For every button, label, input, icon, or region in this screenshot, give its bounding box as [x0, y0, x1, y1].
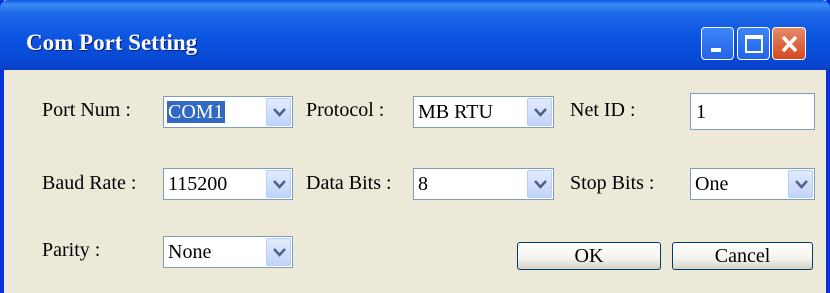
stop-bits-value: One: [695, 173, 729, 195]
chevron-down-icon: [534, 180, 547, 189]
maximize-button[interactable]: [737, 27, 770, 60]
ok-button[interactable]: OK: [517, 242, 661, 270]
minimize-icon: [711, 48, 721, 52]
com-port-setting-dialog: Com Port Setting Port Num : COM1 Protoco…: [0, 0, 830, 293]
parity-dropdown-button[interactable]: [266, 238, 291, 266]
chevron-down-icon: [534, 108, 547, 117]
chevron-down-icon: [273, 108, 286, 117]
baud-rate-value: 115200: [168, 173, 228, 195]
port-num-label: Port Num :: [42, 99, 131, 121]
port-num-value: COM1: [167, 101, 225, 123]
data-bits-value: 8: [418, 173, 428, 195]
protocol-select[interactable]: MB RTU: [413, 96, 554, 128]
minimize-button[interactable]: [701, 27, 734, 60]
stop-bits-select[interactable]: One: [690, 168, 815, 200]
data-bits-select[interactable]: 8: [413, 168, 554, 200]
net-id-label: Net ID :: [570, 99, 636, 121]
baud-rate-label: Baud Rate :: [42, 172, 137, 194]
stop-bits-label: Stop Bits :: [570, 172, 655, 194]
protocol-label: Protocol :: [306, 99, 385, 121]
maximize-icon: [745, 35, 763, 53]
cancel-button[interactable]: Cancel: [672, 242, 813, 270]
close-icon: [781, 35, 798, 53]
baud-rate-dropdown-button[interactable]: [266, 170, 291, 198]
title-bar[interactable]: Com Port Setting: [0, 0, 830, 70]
baud-rate-select[interactable]: 115200: [163, 168, 293, 200]
window-title: Com Port Setting: [26, 30, 198, 55]
parity-label: Parity :: [42, 239, 101, 261]
data-bits-dropdown-button[interactable]: [527, 170, 552, 198]
parity-select[interactable]: None: [163, 236, 293, 268]
port-num-select[interactable]: COM1: [163, 96, 293, 128]
net-id-value: 1: [696, 101, 706, 123]
parity-value: None: [168, 241, 212, 263]
chevron-down-icon: [273, 180, 286, 189]
data-bits-label: Data Bits :: [306, 172, 392, 194]
close-button[interactable]: [772, 27, 806, 60]
chevron-down-icon: [795, 180, 808, 189]
protocol-value: MB RTU: [418, 101, 493, 123]
port-num-dropdown-button[interactable]: [266, 98, 291, 126]
chevron-down-icon: [273, 248, 286, 257]
net-id-input[interactable]: 1: [690, 93, 815, 130]
protocol-dropdown-button[interactable]: [527, 98, 552, 126]
stop-bits-dropdown-button[interactable]: [788, 170, 813, 198]
